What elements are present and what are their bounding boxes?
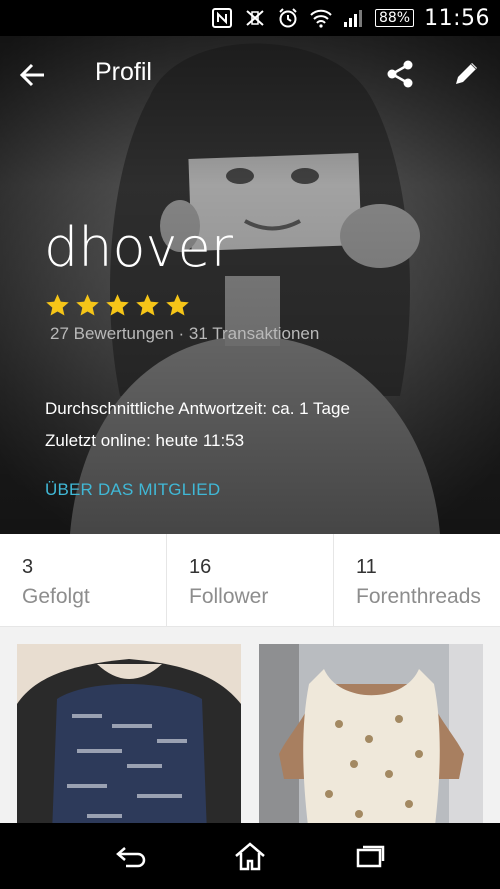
status-bar: 88% 11:56 — [0, 0, 500, 36]
item-card[interactable] — [259, 644, 483, 834]
share-icon[interactable] — [384, 58, 416, 90]
profile-stats: 3 Gefolgt 16 Follower 11 Forenthreads — [0, 534, 500, 627]
star-icon — [76, 294, 99, 316]
stat-label: Gefolgt — [22, 585, 90, 608]
stat-count: 3 — [22, 556, 34, 578]
reviews-transactions-count: 27 Bewertungen · 31 Transaktionen — [50, 324, 320, 343]
last-online: Zuletzt online: heute 11:53 — [45, 431, 245, 450]
battery-icon: 88% — [374, 9, 415, 27]
profile-header: Profil dhover 27 Bewertungen · 31 Transa… — [0, 36, 500, 534]
stat-count: 11 — [356, 556, 377, 578]
status-time: 11:56 — [424, 5, 490, 31]
about-member-link[interactable]: ÜBER DAS MITGLIED — [45, 480, 220, 500]
stat-followers[interactable]: 16 Follower — [166, 534, 333, 626]
stat-count: 16 — [189, 556, 212, 578]
home-nav-icon[interactable] — [228, 836, 272, 876]
toolbar: Profil — [0, 36, 500, 112]
profile-username: dhover — [44, 216, 233, 279]
stat-label: Follower — [189, 585, 269, 608]
star-icon — [166, 294, 189, 316]
back-nav-icon[interactable] — [108, 836, 152, 876]
item-card[interactable] — [17, 644, 241, 834]
wifi-icon — [309, 7, 333, 29]
recent-apps-icon[interactable] — [348, 836, 392, 876]
stat-following[interactable]: 3 Gefolgt — [0, 534, 166, 626]
page-title: Profil — [95, 58, 152, 86]
response-time: Durchschnittliche Antwortzeit: ca. 1 Tag… — [45, 399, 350, 418]
item-photo — [17, 644, 241, 834]
star-icon — [46, 294, 69, 316]
rating-stars — [44, 292, 191, 319]
star-icon — [136, 294, 159, 316]
arrow-back-icon[interactable] — [16, 58, 50, 92]
alarm-icon — [277, 7, 299, 29]
signal-icon — [343, 7, 365, 29]
star-icon — [106, 294, 129, 316]
system-nav-bar — [0, 823, 500, 889]
item-photo — [259, 644, 483, 834]
nfc-icon — [211, 7, 233, 29]
vibrate-icon — [243, 7, 267, 29]
stat-forum-threads[interactable]: 11 Forenthreads — [333, 534, 500, 626]
stat-label: Forenthreads — [356, 585, 481, 608]
items-grid — [0, 627, 500, 834]
pencil-icon[interactable] — [452, 58, 482, 88]
